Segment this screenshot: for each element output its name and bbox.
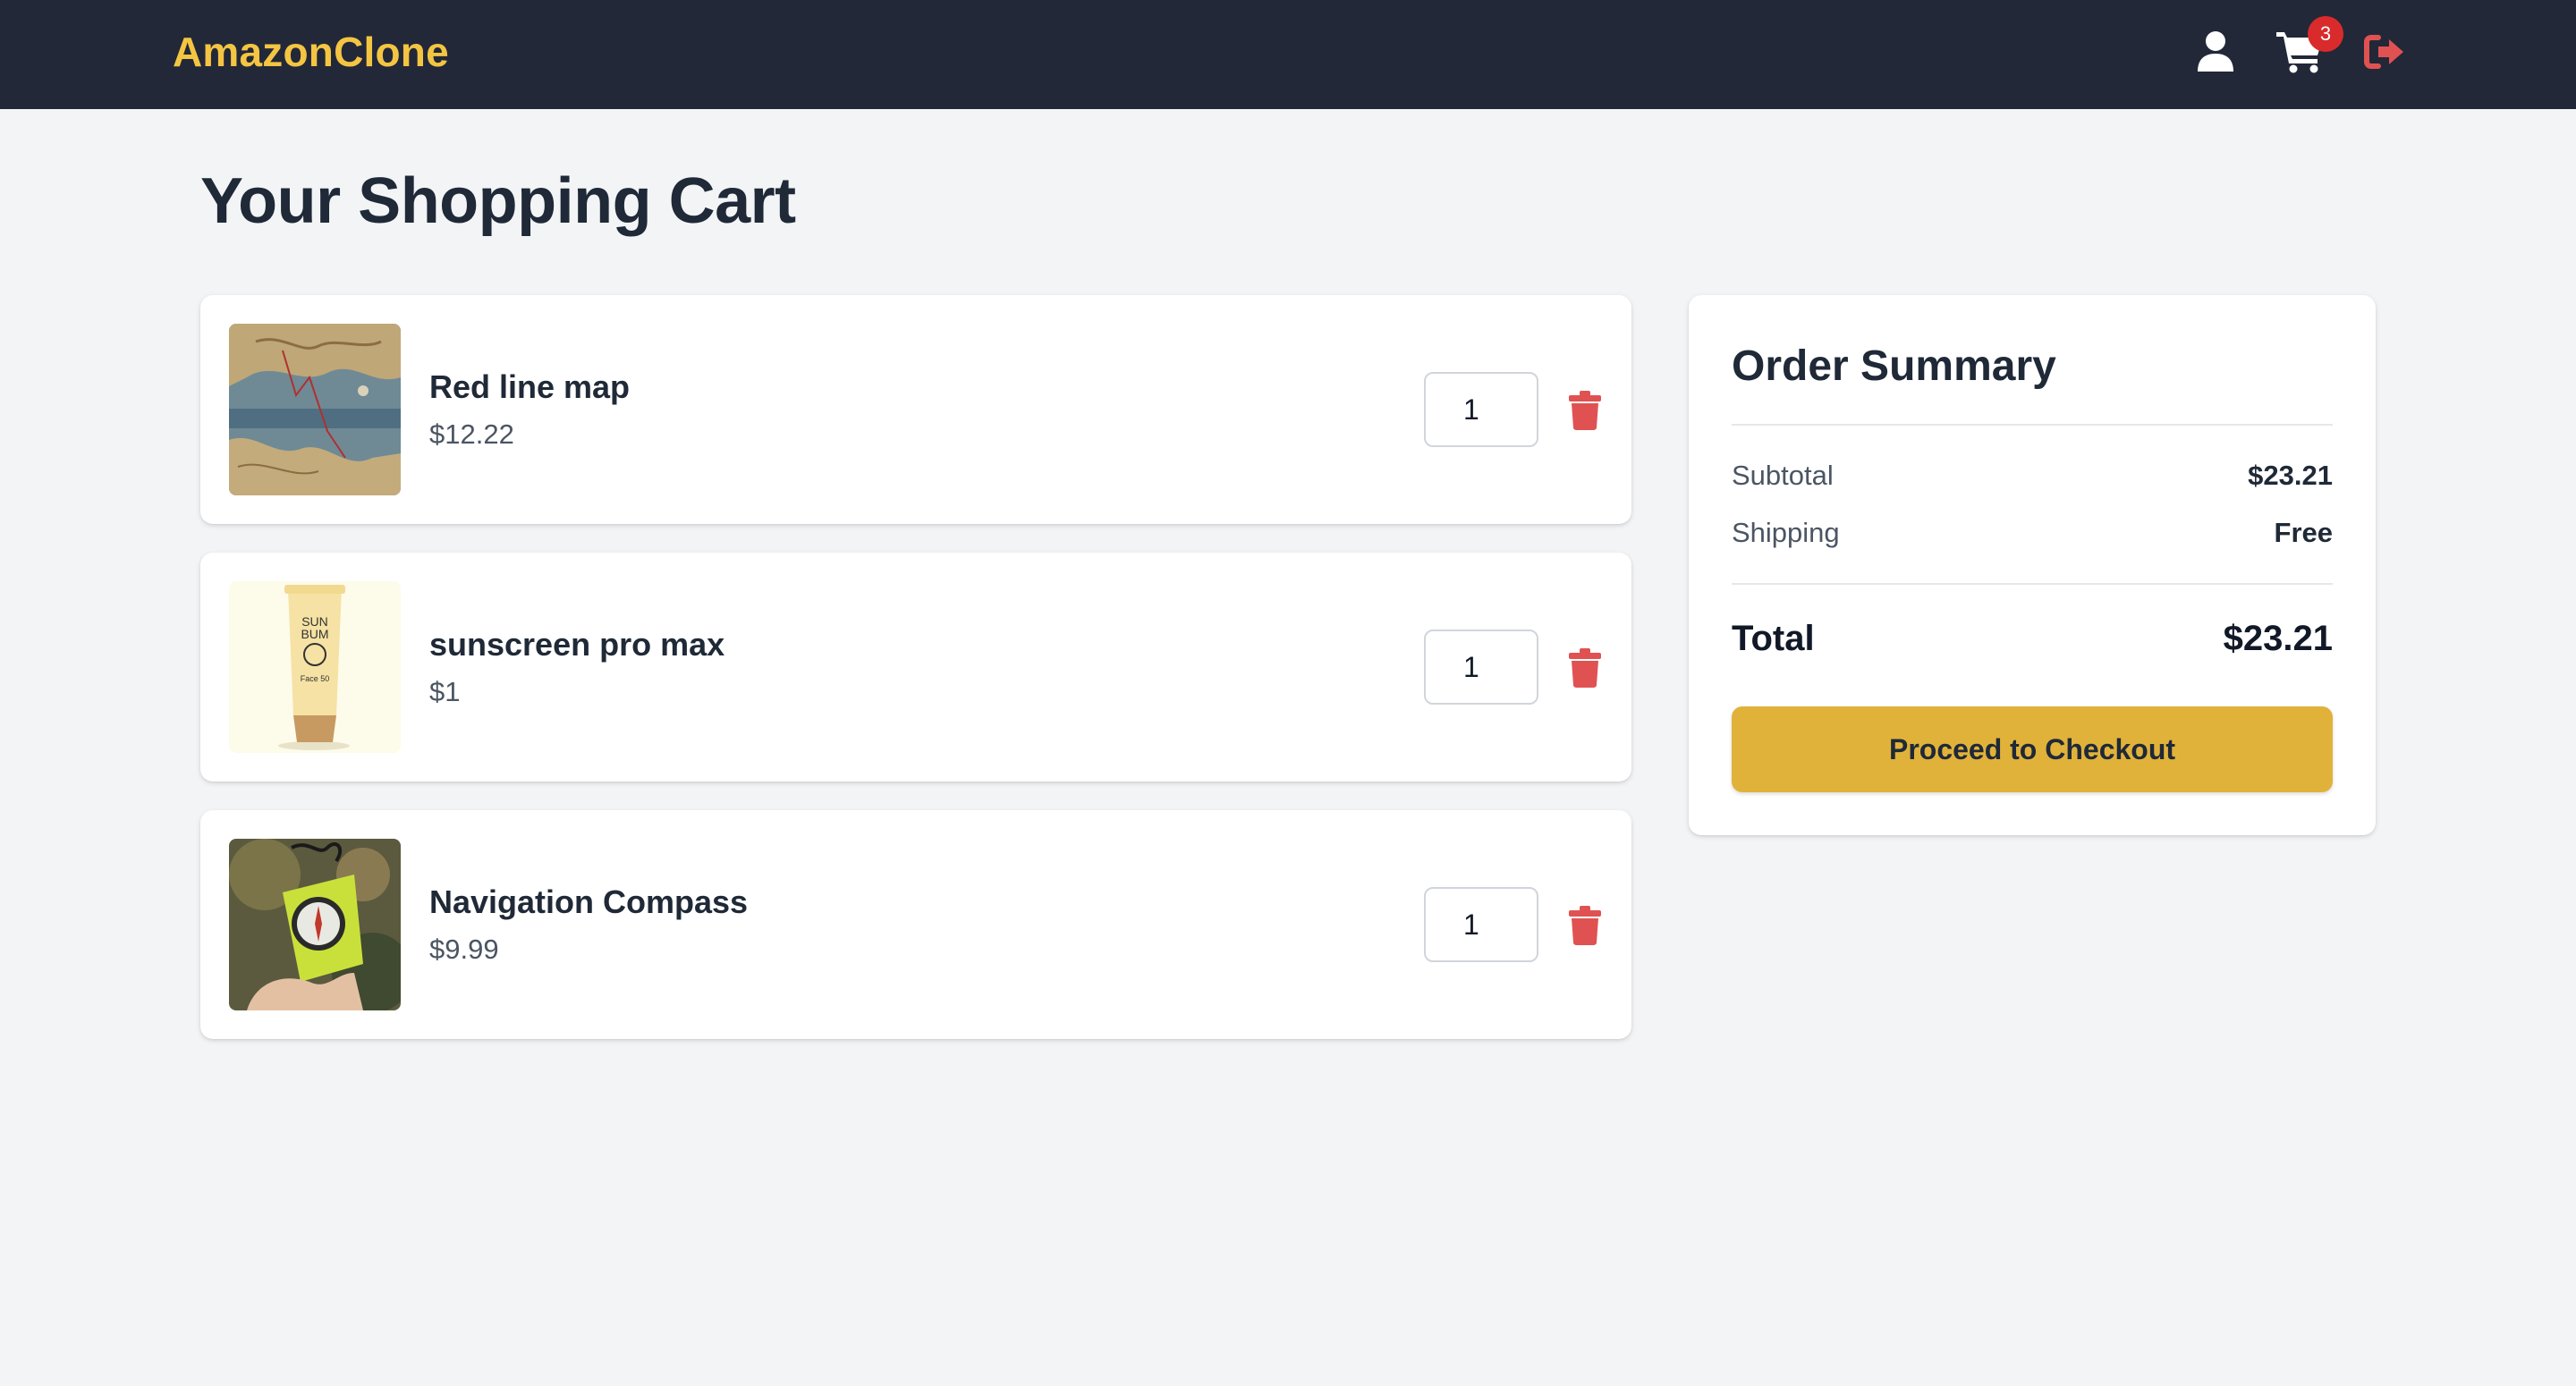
delete-item-button[interactable]: [1569, 647, 1605, 689]
svg-text:BUM: BUM: [301, 627, 328, 641]
summary-title: Order Summary: [1732, 342, 2056, 390]
trash-icon: [1569, 391, 1601, 430]
cart-item: Navigation Compass $9.99: [200, 810, 1631, 1039]
quantity-input[interactable]: [1424, 630, 1538, 705]
logout-icon[interactable]: [2364, 34, 2405, 70]
trash-icon: [1569, 906, 1601, 945]
cart-count-badge: 3: [2308, 16, 2343, 52]
sunscreen-thumbnail[interactable]: SUN BUM Face 50: [229, 581, 401, 753]
order-summary: Order Summary Subtotal $23.21 Shipping F…: [1689, 295, 2376, 835]
quantity-input[interactable]: [1424, 372, 1538, 447]
delete-item-button[interactable]: [1569, 905, 1605, 946]
subtotal-label: Subtotal: [1732, 460, 1834, 491]
cart-list: Red line map $12.22 SUN BUM Face 50: [200, 295, 1631, 1068]
item-name: Navigation Compass: [429, 883, 749, 920]
total-label: Total: [1732, 619, 1815, 658]
shipping-label: Shipping: [1732, 517, 1840, 548]
total-value: $23.21: [2223, 619, 2333, 658]
compass-thumbnail[interactable]: [229, 839, 401, 1010]
checkout-button[interactable]: Proceed to Checkout: [1732, 706, 2333, 792]
brand-logo[interactable]: AmazonClone: [173, 28, 449, 76]
item-name: sunscreen pro max: [429, 626, 725, 663]
page-title: Your Shopping Cart: [200, 165, 796, 237]
navbar: AmazonClone 3: [0, 0, 2576, 109]
item-name: Red line map: [429, 368, 631, 405]
svg-text:Face 50: Face 50: [301, 674, 330, 683]
delete-item-button[interactable]: [1569, 390, 1605, 431]
item-price: $1: [429, 676, 461, 707]
divider: [1732, 583, 2333, 585]
subtotal-value: $23.21: [2248, 460, 2333, 491]
divider: [1732, 424, 2333, 426]
quantity-input[interactable]: [1424, 887, 1538, 962]
item-price: $9.99: [429, 934, 499, 965]
item-price: $12.22: [429, 418, 514, 450]
cart-item: SUN BUM Face 50 sunscreen pro max $1: [200, 553, 1631, 782]
shipping-value: Free: [2274, 517, 2333, 548]
trash-icon: [1569, 648, 1601, 688]
cart-item: Red line map $12.22: [200, 295, 1631, 524]
map-thumbnail[interactable]: [229, 324, 401, 495]
user-icon[interactable]: [2196, 30, 2235, 73]
